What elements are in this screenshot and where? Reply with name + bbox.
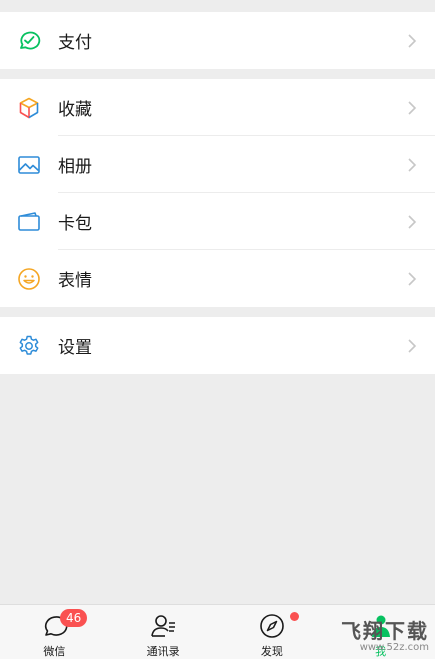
card-wallet-icon bbox=[17, 210, 41, 234]
top-spacer bbox=[0, 0, 435, 12]
chevron-right-icon bbox=[407, 33, 417, 49]
chevron-right-icon bbox=[407, 338, 417, 354]
menu-item-settings[interactable]: 设置 bbox=[0, 317, 435, 374]
contacts-icon bbox=[149, 612, 177, 640]
bottom-tab-bar: 微信 46 通讯录 发现 我 飞翔下载 www.52z.com bbox=[0, 604, 435, 659]
unread-count-badge: 46 bbox=[60, 609, 88, 627]
new-content-dot bbox=[289, 612, 299, 621]
settings-gear-icon bbox=[17, 334, 41, 358]
menu-item-favorites[interactable]: 收藏 bbox=[0, 79, 435, 136]
chevron-right-icon bbox=[407, 157, 417, 173]
menu-item-card-wallet[interactable]: 卡包 bbox=[0, 193, 435, 250]
tab-discover[interactable]: 发现 bbox=[218, 605, 327, 659]
menu-item-pay[interactable]: 支付 bbox=[0, 12, 435, 69]
menu-item-label: 设置 bbox=[58, 338, 92, 358]
watermark-text: 飞翔下载 bbox=[341, 619, 429, 643]
site-watermark: 飞翔下载 www.52z.com bbox=[341, 615, 429, 653]
pay-group: 支付 bbox=[0, 12, 435, 69]
settings-group: 设置 bbox=[0, 317, 435, 374]
menu-item-label: 支付 bbox=[58, 33, 92, 53]
menu-item-label: 收藏 bbox=[58, 100, 92, 120]
tab-label: 通讯录 bbox=[146, 645, 180, 658]
tab-label: 微信 bbox=[43, 645, 66, 658]
chevron-right-icon bbox=[407, 214, 417, 230]
wechat-pay-icon bbox=[17, 29, 41, 53]
favorites-cube-icon bbox=[17, 96, 41, 120]
menu-item-album[interactable]: 相册 bbox=[0, 136, 435, 193]
menu-item-label: 相册 bbox=[58, 157, 92, 177]
compass-icon bbox=[258, 612, 286, 640]
watermark-url: www.52z.com bbox=[359, 642, 429, 653]
chevron-right-icon bbox=[407, 100, 417, 116]
emoji-smile-icon bbox=[17, 267, 41, 291]
tab-label: 发现 bbox=[260, 645, 283, 658]
chevron-right-icon bbox=[407, 271, 417, 287]
tab-contacts[interactable]: 通讯录 bbox=[109, 605, 218, 659]
album-icon bbox=[17, 153, 41, 177]
menu-item-stickers[interactable]: 表情 bbox=[0, 250, 435, 307]
menu-item-label: 表情 bbox=[58, 271, 92, 291]
me-page: 支付 收藏 相册 卡包 表情 设置 微信 46 通讯录 发现 我 飞翔下载 ww… bbox=[0, 0, 435, 659]
menu-item-label: 卡包 bbox=[58, 214, 92, 234]
tools-group: 收藏 相册 卡包 表情 bbox=[0, 79, 435, 307]
tab-chats[interactable]: 微信 46 bbox=[0, 605, 109, 659]
